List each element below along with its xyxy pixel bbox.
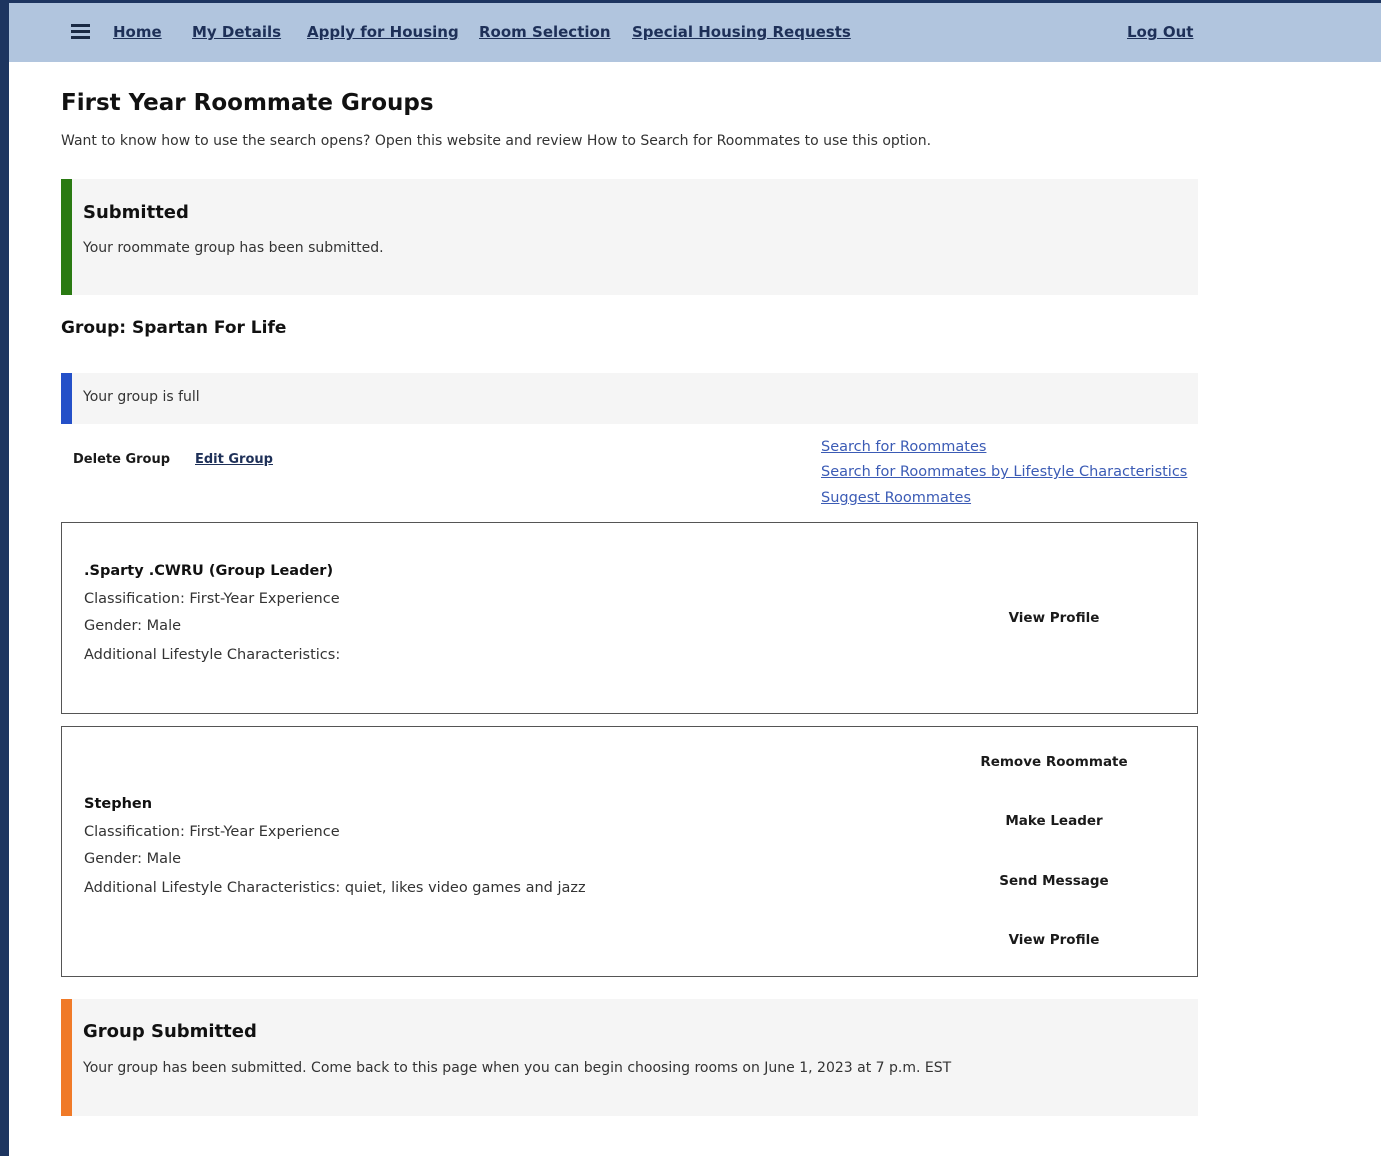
member-name: .Sparty .CWRU (Group Leader) [84, 563, 334, 579]
member-classification: Classification: First-Year Experience [84, 591, 340, 607]
member-lifestyle: Additional Lifestyle Characteristics: [84, 647, 341, 663]
delete-group-button[interactable]: Delete Group [73, 452, 170, 467]
member-card-stephen: Stephen Classification: First-Year Exper… [61, 726, 1198, 977]
nav-my-details-link[interactable]: My Details [192, 23, 281, 41]
nav-special-housing-requests-link[interactable]: Special Housing Requests [632, 23, 851, 41]
make-leader-button[interactable]: Make Leader [959, 813, 1149, 829]
group-status-text: Your group is full [83, 389, 200, 405]
member-gender: Gender: Male [84, 618, 182, 634]
top-navbar: Home My Details Apply for Housing Room S… [9, 0, 1381, 62]
page: Home My Details Apply for Housing Room S… [9, 0, 1381, 1156]
submitted-alert-title: Submitted [83, 202, 189, 223]
group-status-alert: Your group is full [61, 373, 1198, 424]
remove-roommate-button[interactable]: Remove Roommate [959, 754, 1149, 770]
page-title: First Year Roommate Groups [61, 90, 434, 116]
group-submitted-alert-title: Group Submitted [83, 1021, 257, 1042]
group-submitted-alert: Group Submitted Your group has been subm… [61, 999, 1198, 1116]
hamburger-menu-icon[interactable] [71, 24, 90, 39]
view-profile-button[interactable]: View Profile [959, 610, 1149, 626]
nav-home-link[interactable]: Home [113, 23, 162, 41]
logout-link[interactable]: Log Out [1127, 23, 1193, 41]
member-card-leader: .Sparty .CWRU (Group Leader) Classificat… [61, 522, 1198, 714]
member-name: Stephen [84, 796, 153, 812]
view-profile-button[interactable]: View Profile [959, 932, 1149, 948]
group-title: Group: Spartan For Life [61, 318, 287, 338]
member-classification: Classification: First-Year Experience [84, 824, 340, 840]
page-intro: Want to know how to use the search opens… [61, 133, 932, 149]
nav-room-selection-link[interactable]: Room Selection [479, 23, 611, 41]
member-lifestyle: Additional Lifestyle Characteristics: qu… [84, 880, 586, 896]
search-roommates-lifestyle-link[interactable]: Search for Roommates by Lifestyle Charac… [821, 464, 1187, 480]
submitted-alert-text: Your roommate group has been submitted. [83, 240, 384, 256]
edit-group-button[interactable]: Edit Group [195, 452, 273, 467]
member-gender: Gender: Male [84, 851, 182, 867]
suggest-roommates-link[interactable]: Suggest Roommates [821, 490, 971, 506]
search-for-roommates-link[interactable]: Search for Roommates [821, 439, 986, 455]
nav-apply-for-housing-link[interactable]: Apply for Housing [307, 23, 459, 41]
send-message-button[interactable]: Send Message [959, 873, 1149, 889]
submitted-alert: Submitted Your roommate group has been s… [61, 179, 1198, 295]
group-submitted-alert-text: Your group has been submitted. Come back… [83, 1060, 952, 1076]
